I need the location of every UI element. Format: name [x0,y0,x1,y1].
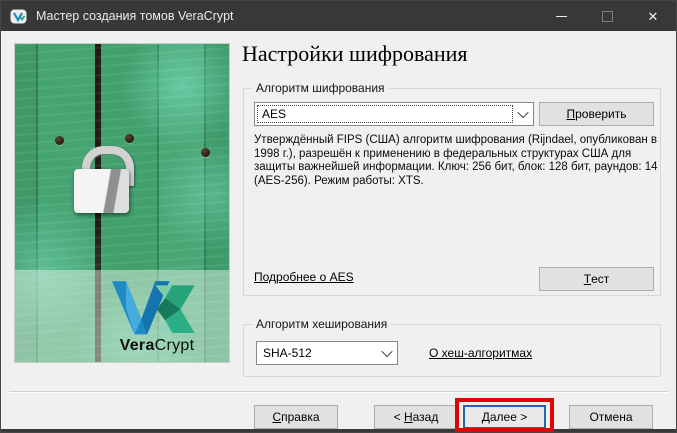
veracrypt-logo [112,281,196,336]
chevron-down-icon[interactable] [377,342,397,364]
back-button-prefix: < [394,410,404,424]
cancel-button-label: Отмена [589,410,632,424]
back-button-accel: Н [404,410,413,424]
test-button-accel: Т [584,272,591,286]
bolt-decor [55,136,64,145]
veracrypt-wizard-window: Мастер создания томов VeraCrypt ✕ [0,0,677,433]
hash-algorithm-select[interactable]: SHA-512 [256,341,398,365]
page-title: Настройки шифрования [242,41,468,67]
wizard-side-image: VeraCrypt [14,43,230,363]
next-button-accel: Д [482,410,490,424]
minimize-button[interactable] [538,1,584,31]
hash-group-label: Алгоритм хеширования [252,317,391,331]
benchmark-button-accel: П [566,107,575,121]
window-title: Мастер создания томов VeraCrypt [36,9,234,23]
more-about-aes-link[interactable]: Подробнее о AES [254,270,354,284]
maximize-button[interactable] [584,1,630,31]
encryption-group-label: Алгоритм шифрования [252,81,389,95]
hash-info-link[interactable]: О хеш-алгоритмах [429,346,532,360]
window-bottom-border [1,429,676,432]
bolt-decor [125,134,134,143]
footer-separator [9,391,668,393]
veracrypt-app-icon [10,8,27,25]
help-button-accel: С [272,410,281,424]
close-button[interactable]: ✕ [630,1,676,31]
chevron-down-icon[interactable] [513,103,533,125]
minimize-icon [556,16,567,17]
wordmark-bold: Vera [120,337,155,354]
algorithm-description: Утверждённый FIPS (США) алгоритм шифрова… [254,134,658,188]
maximize-icon [602,11,613,22]
close-icon: ✕ [648,10,659,23]
benchmark-button[interactable]: Проверить [539,102,654,126]
bolt-decor [201,148,210,157]
back-button[interactable]: < Назад [374,405,458,429]
encryption-algorithm-value: AES [257,105,513,123]
encryption-algorithm-select[interactable]: AES [254,102,534,126]
next-button[interactable]: Далее > [463,405,546,429]
help-button-label: правка [281,410,319,424]
benchmark-button-label: роверить [575,107,626,121]
veracrypt-wordmark: VeraCrypt [105,337,209,355]
hash-algorithm-value: SHA-512 [259,345,377,361]
next-button-label: алее > [490,410,527,424]
test-button[interactable]: Тест [539,267,654,291]
help-button[interactable]: Справка [254,405,338,429]
padlock-icon [74,169,129,213]
test-button-label: ест [591,272,609,286]
wordmark-rest: Crypt [155,337,195,354]
cancel-button[interactable]: Отмена [569,405,653,429]
back-button-label: азад [413,410,439,424]
titlebar[interactable]: Мастер создания томов VeraCrypt ✕ [1,1,676,31]
